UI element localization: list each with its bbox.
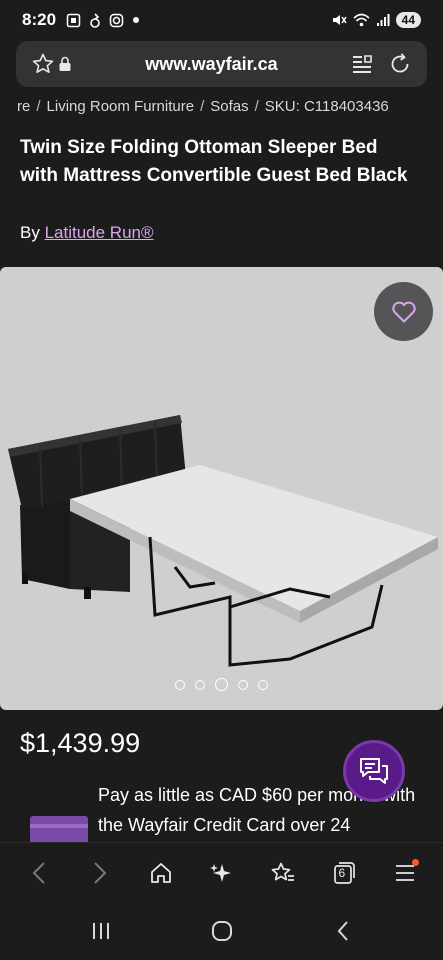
product-price: $1,439.99	[20, 728, 141, 758]
back-button[interactable]	[19, 853, 59, 893]
breadcrumb: re / Living Room Furniture / Sofas / SKU…	[17, 98, 443, 115]
back-nav-button[interactable]	[323, 911, 363, 951]
home-icon	[150, 862, 171, 883]
carousel-dot[interactable]	[258, 679, 268, 690]
notification-icon	[90, 12, 100, 28]
product-image[interactable]	[0, 267, 443, 710]
url-bar[interactable]: www.wayfair.ca	[16, 41, 427, 87]
status-right-icons: 44	[331, 12, 421, 28]
tab-count: 6	[338, 865, 346, 880]
lock-icon	[56, 51, 74, 77]
breadcrumb-item[interactable]: re	[17, 98, 30, 115]
bookmark-star-icon[interactable]	[30, 51, 56, 77]
image-carousel-dots	[0, 678, 443, 691]
status-bar: 8:20 44	[0, 0, 443, 40]
tabs-button[interactable]: 6	[324, 853, 364, 893]
home-button[interactable]	[141, 853, 181, 893]
back-chevron-icon	[337, 921, 348, 941]
url-text[interactable]: www.wayfair.ca	[74, 54, 349, 75]
favorite-button[interactable]	[374, 282, 433, 341]
chevron-right-icon	[93, 861, 106, 884]
carousel-dot-active[interactable]	[215, 678, 228, 691]
product-title: Twin Size Folding Ottoman Sleeper Bed wi…	[20, 137, 408, 186]
sparkle-icon	[209, 863, 231, 882]
reload-icon[interactable]	[387, 51, 413, 77]
bookmarks-star-icon	[271, 862, 294, 881]
notification-dot	[411, 858, 419, 866]
breadcrumb-sku: SKU: C118403436	[264, 98, 389, 115]
forward-button[interactable]	[80, 853, 120, 893]
signal-icon	[376, 14, 390, 26]
instagram-icon	[109, 13, 124, 27]
chat-button[interactable]	[343, 740, 405, 802]
heart-icon	[391, 301, 416, 322]
browser-toolbar: 6	[0, 842, 443, 902]
mute-icon	[332, 15, 347, 25]
by-label: By	[20, 223, 40, 242]
bookmarks-button[interactable]	[263, 853, 303, 893]
brand-link[interactable]: Latitude Run®	[45, 223, 154, 242]
battery-indicator: 44	[395, 12, 421, 28]
chevron-left-icon	[32, 861, 45, 884]
assistant-button[interactable]	[202, 853, 242, 893]
product-byline: By Latitude Run®	[20, 223, 154, 243]
home-circle-icon	[211, 921, 232, 941]
chat-icon	[360, 758, 388, 784]
dot-icon	[133, 17, 140, 23]
reader-mode-icon[interactable]	[349, 51, 375, 77]
status-left-icons	[66, 12, 140, 28]
breadcrumb-item[interactable]: Living Room Furniture	[47, 98, 195, 115]
wifi-icon	[353, 13, 370, 27]
recent-apps-icon	[92, 923, 109, 939]
recent-apps-button[interactable]	[81, 911, 121, 951]
status-time: 8:20	[22, 10, 57, 29]
hamburger-menu-icon	[395, 864, 414, 881]
breadcrumb-separator: /	[200, 98, 205, 115]
sleeper-bed-image	[8, 415, 438, 667]
breadcrumb-separator: /	[254, 98, 259, 115]
carousel-dot[interactable]	[195, 679, 205, 690]
system-navigation-bar	[0, 902, 443, 960]
menu-button[interactable]	[385, 853, 425, 893]
home-nav-button[interactable]	[202, 911, 242, 951]
screenshot-icon	[66, 13, 81, 27]
carousel-dot[interactable]	[175, 679, 185, 690]
breadcrumb-item[interactable]: Sofas	[210, 98, 248, 115]
carousel-dot[interactable]	[238, 679, 248, 690]
breadcrumb-separator: /	[36, 98, 41, 115]
